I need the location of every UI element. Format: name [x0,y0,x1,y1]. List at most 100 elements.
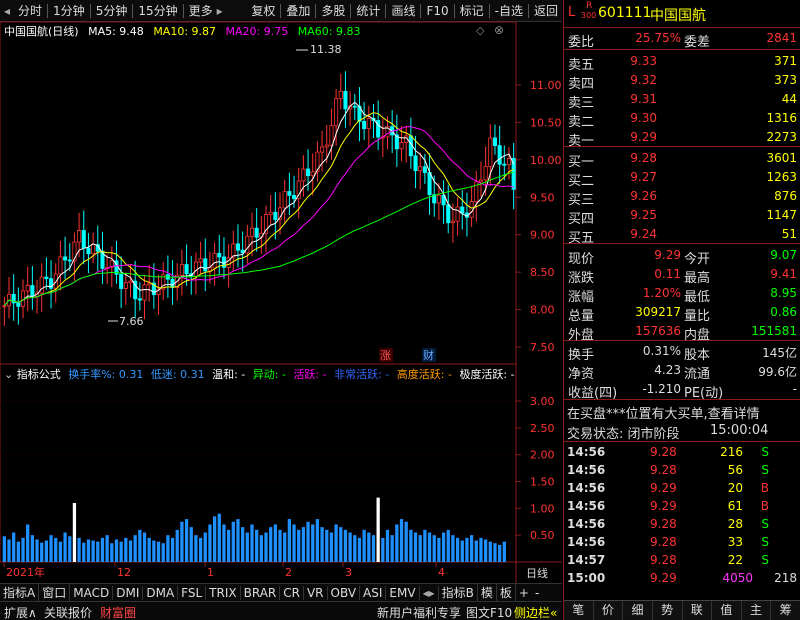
turnover-bar [306,521,310,562]
indicator-formula[interactable]: 指标公式 [17,368,61,381]
related-quote-button[interactable]: 关联报价 [44,604,92,620]
tab-dmi[interactable]: DMI [113,585,144,600]
price-tick-label: 9.00 [530,229,555,242]
tab-emv[interactable]: EMV [386,585,420,600]
tab-bi[interactable]: 笔 [564,601,594,620]
share-label: PE(动) [684,386,724,401]
tick-flag: S [761,535,769,549]
candle-body [422,166,427,173]
chart-frame [0,21,517,563]
turnover-bar [413,532,418,562]
tick-row[interactable]: 14:56 9.28 28 S [564,515,800,534]
candle-body [249,227,255,237]
stat-row: 涨幅 1.20% 最低 8.95 [564,284,800,305]
date-label: 3 [345,566,352,579]
tick-time: 14:56 [567,463,606,477]
tab-ban[interactable]: 板 [497,584,516,601]
tab-lian[interactable]: 联 [683,601,713,620]
tab-fsl[interactable]: FSL [178,585,207,600]
candle-body [446,204,451,224]
tick-row[interactable]: 14:56 9.28 56 S [564,461,800,480]
tab-trix[interactable]: TRIX [206,585,241,600]
bid-volume: 51 [781,227,797,241]
ask-row: 卖三 9.31 44 [564,90,800,111]
tick-flag: S [761,463,769,477]
bid-price: 9.25 [630,208,657,222]
stat-value: 1.20% [642,286,681,300]
tab-vr[interactable]: VR [304,585,328,600]
chart-settings-icon[interactable]: ⊗ [494,23,504,37]
notice-row[interactable]: 在买盘***位置有大买单,查看详情 [564,401,800,422]
turnover-bar [2,536,6,562]
turnover-bar [357,537,362,562]
tab-obv[interactable]: OBV [328,585,361,600]
tab-indicator-b[interactable]: 指标B [439,584,478,601]
minus-button[interactable]: - [532,586,542,600]
wealth-circle-button[interactable]: 财富圈 [100,604,136,620]
tab-jia[interactable]: 价 [594,601,624,620]
turnover-bar [161,543,165,562]
tuwen-f10-button[interactable]: 图文F10 [466,604,512,620]
turnover-bar [404,521,408,562]
tick-row[interactable]: 14:56 9.29 20 B [564,479,800,498]
collapse-icon[interactable]: ⌄ [4,368,13,381]
tick-row[interactable]: 14:57 9.28 22 S [564,551,800,570]
bid-volume: 3601 [766,151,797,165]
tick-row[interactable]: 15:00 9.29 4050 218 [564,569,800,588]
promo-link[interactable]: 新用户福利专享 [377,604,461,620]
turnover-bar [325,529,329,562]
turnover-bar [301,527,306,562]
tick-row[interactable]: 14:56 9.28 216 S [564,443,800,462]
tab-zhu[interactable]: 主 [742,601,772,620]
turnover-bar [7,539,11,562]
turnover-bar [40,542,44,562]
badge-cai: 财 [423,348,434,362]
share-value: 0.31% [642,344,681,358]
tab-shi[interactable]: 势 [653,601,683,620]
candle-body [273,211,278,220]
tick-volume: 56 [727,463,743,477]
sidebar-button[interactable]: 侧边栏« [514,604,557,620]
tick-row[interactable]: 14:56 9.28 33 S [564,533,800,552]
turnover-bar [483,539,488,562]
ma20-label: MA20: 9.75 [225,25,289,38]
tab-window[interactable]: 窗口 [39,584,71,601]
low-label: 7.66 [119,315,144,328]
notice-text[interactable]: 在买盘***位置有大买单,查看详情 [567,403,760,422]
tab-xi[interactable]: 细 [623,601,653,620]
plus-button[interactable]: + [516,586,532,600]
share-value: - [792,382,797,396]
tick-row[interactable]: 14:56 9.29 61 B [564,497,800,516]
tab-chou[interactable]: 筹 [771,601,800,620]
turnover-bar [152,540,156,562]
stat-value: 309217 [635,305,681,319]
tab-mo[interactable]: 模 [478,584,497,601]
ask-row: 卖二 9.30 1316 [564,109,800,130]
tab-zhi[interactable]: 值 [712,601,742,620]
bid-row: 买二 9.27 1263 [564,168,800,189]
candle-body [320,146,325,153]
tick-flag: B [760,481,769,495]
share-label: 收益(四) [568,386,618,401]
expand-button[interactable]: 扩展∧ [4,604,37,620]
turnover-bar [283,532,287,562]
stat-value: 9.29 [654,248,681,262]
tab-macd[interactable]: MACD [70,585,114,600]
tab-brar[interactable]: BRAR [241,585,281,600]
candle-body [119,273,124,289]
tab-indicator-a[interactable]: 指标A [0,584,40,601]
tab-arrow-icon[interactable]: ◂▸ [420,585,439,600]
turnover-bar [133,535,137,562]
turnover-bar [68,536,72,562]
share-value: -1.210 [642,382,681,396]
tick-volume: 33 [727,535,743,549]
bid-row: 买五 9.24 51 [564,225,800,246]
candle-body [254,227,259,238]
tab-asi[interactable]: ASI [360,585,387,600]
chart-close-icon[interactable]: ◇ [476,24,484,37]
tab-dma[interactable]: DMA [143,585,179,600]
tab-cr[interactable]: CR [280,585,304,600]
stat-row: 总量 309217 量比 0.86 [564,303,800,324]
kline-chart[interactable]: 11.0010.5010.009.509.008.508.007.5011.38… [0,0,562,583]
candle-body [287,191,292,196]
